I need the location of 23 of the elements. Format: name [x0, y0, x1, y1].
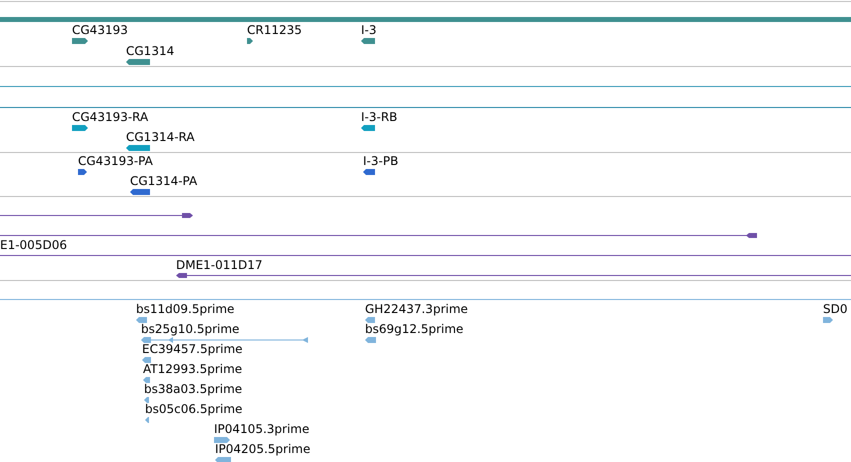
- feature-label: bs38a03.5prime: [144, 382, 242, 396]
- feature-label: E1-005D06: [0, 238, 67, 252]
- feature-label: SD0: [823, 302, 848, 316]
- feature-label: bs05c06.5prime: [145, 402, 242, 416]
- feature-label: I-3-PB: [363, 154, 398, 168]
- feature-label: GH22437.3prime: [365, 302, 468, 316]
- feature-label: CG43193-PA: [78, 154, 153, 168]
- feature-label: bs25g10.5prime: [141, 322, 240, 336]
- feature-label: bs11d09.5prime: [136, 302, 234, 316]
- feature-label: CG1314: [126, 44, 174, 58]
- feature-label: CG43193-RA: [72, 110, 148, 124]
- feature-label: CR11235: [247, 23, 302, 37]
- feature-label: IP04205.5prime: [215, 442, 310, 456]
- feature-label: AT12993.5prime: [143, 362, 242, 376]
- feature-label: I-3: [361, 23, 377, 37]
- feature-label: bs69g12.5prime: [365, 322, 464, 336]
- feature-label: DME1-011D17: [176, 258, 263, 272]
- feature-label: CG43193: [72, 23, 128, 37]
- feature-label: CG1314-RA: [126, 130, 195, 144]
- feature-label: I-3-RB: [361, 110, 398, 124]
- feature-label: EC39457.5prime: [142, 342, 243, 356]
- feature-label: CG1314-PA: [130, 174, 198, 188]
- feature-label: IP04105.3prime: [214, 422, 310, 436]
